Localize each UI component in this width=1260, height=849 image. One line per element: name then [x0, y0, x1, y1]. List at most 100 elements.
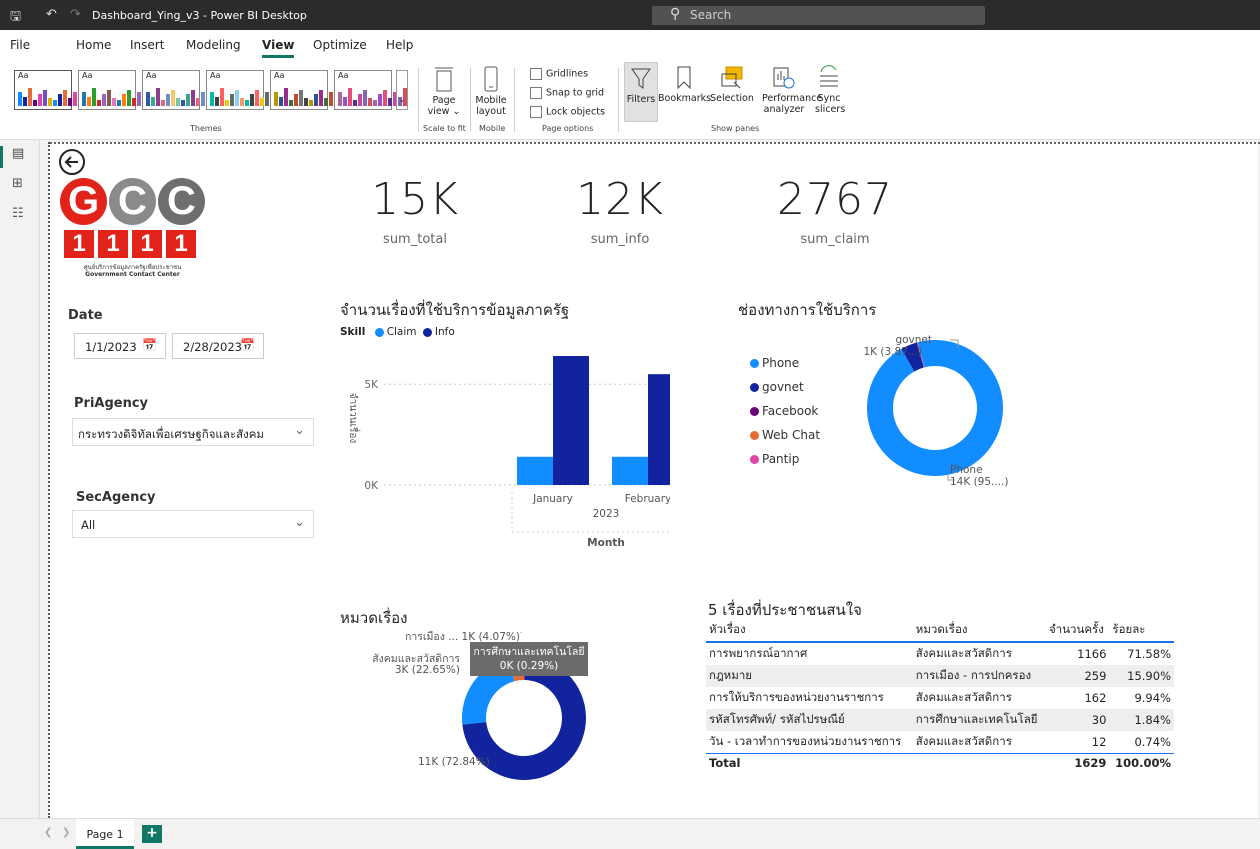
- table-row[interactable]: การให้บริการของหน่วยงานราชการ สังคมและสวั…: [706, 687, 1174, 709]
- theme-option-3[interactable]: Aa: [142, 70, 215, 110]
- channel-legend-item[interactable]: Phone: [750, 356, 799, 370]
- gridlines-checkbox[interactable]: Gridlines: [530, 68, 588, 80]
- add-page-button[interactable]: +: [142, 825, 162, 843]
- channel-legend-item[interactable]: Pantip: [750, 452, 799, 466]
- col-percent[interactable]: ร้อยละ: [1109, 619, 1174, 643]
- donut-slice-phone[interactable]: [867, 340, 1003, 476]
- calendar-icon[interactable]: 📅: [240, 338, 255, 352]
- sync-slicers-button[interactable]: Sync slicers: [814, 64, 845, 115]
- table-row[interactable]: รหัสโทรศัพท์/ รหัสไปรษณีย์ การศึกษาและเทค…: [706, 709, 1174, 731]
- legend-label: Facebook: [762, 404, 819, 418]
- lock-objects-checkbox[interactable]: Lock objects: [530, 106, 605, 118]
- theme-swatch: [48, 98, 52, 106]
- theme-option-6[interactable]: Aa: [334, 70, 407, 110]
- theme-swatch: [161, 100, 165, 106]
- date-from-value: 1/1/2023: [85, 340, 137, 354]
- theme-swatch: [378, 94, 382, 106]
- col-count[interactable]: จำนวนครั้ง: [1045, 619, 1110, 643]
- bar-claim-february[interactable]: [612, 456, 648, 485]
- bookmarks-label: Bookmarks: [658, 93, 712, 104]
- snap-to-grid-checkbox[interactable]: Snap to grid: [530, 87, 604, 99]
- legend-label: Pantip: [762, 452, 800, 466]
- scale-to-fit-label: Scale to fit: [423, 124, 466, 133]
- search-box[interactable]: ⚲ Search: [652, 6, 985, 25]
- col-category[interactable]: หมวดเรื่อง: [912, 619, 1046, 643]
- logo-number-digit: 1: [132, 230, 162, 258]
- theme-swatch: [186, 94, 190, 106]
- theme-swatch: [314, 94, 318, 106]
- redo-icon[interactable]: ↷: [70, 7, 81, 22]
- menu-file[interactable]: File: [10, 38, 30, 52]
- report-view-icon[interactable]: ▤: [12, 146, 24, 161]
- menu-view[interactable]: View: [262, 38, 295, 58]
- pri-agency-dropdown[interactable]: กระทรวงดิจิทัลเพื่อเศรษฐกิจและสังคม ⌄: [72, 418, 314, 446]
- logo-number-digit: 1: [166, 230, 196, 258]
- col-subject[interactable]: หัวเรื่อง: [706, 619, 913, 643]
- table-row[interactable]: การพยากรณ์อากาศ สังคมและสวัสดิการ 1166 71.5…: [706, 642, 1174, 665]
- logo-english-text: Government Contact Center: [85, 271, 180, 278]
- bar-claim-january[interactable]: [517, 456, 553, 485]
- menu-home[interactable]: Home: [76, 38, 111, 52]
- page-view-button[interactable]: Page view ⌄: [424, 66, 464, 117]
- menu-help[interactable]: Help: [386, 38, 413, 52]
- x-tick-label: February: [625, 493, 670, 505]
- bookmarks-button[interactable]: Bookmarks: [658, 66, 712, 104]
- theme-swatch: [156, 88, 160, 106]
- next-page-icon[interactable]: ❯: [62, 827, 70, 838]
- page-tab-1[interactable]: Page 1: [76, 819, 134, 849]
- table-row[interactable]: กฎหมาย การเมือง - การปกครอง 259 15.90%: [706, 665, 1174, 687]
- sec-agency-dropdown[interactable]: All ⌄: [72, 510, 314, 538]
- filters-button[interactable]: Filters: [624, 62, 658, 122]
- date-to-input[interactable]: 2/28/2023 📅: [172, 333, 264, 359]
- calendar-icon[interactable]: 📅: [142, 338, 157, 352]
- theme-swatch: [171, 90, 175, 106]
- selection-button[interactable]: Selection: [710, 66, 754, 104]
- theme-swatch: [210, 92, 214, 106]
- theme-swatch-bars: [210, 88, 279, 106]
- model-view-icon[interactable]: ☷: [12, 206, 24, 221]
- bar-chart-title: จำนวนเรื่องที่ใช้บริการข้อมูลภาครัฐ: [340, 301, 570, 319]
- table-view-icon[interactable]: ⊞: [12, 176, 23, 191]
- table-cell: การให้บริการของหน่วยงานราชการ: [709, 690, 884, 704]
- theme-swatch: [176, 98, 180, 106]
- theme-swatch: [353, 100, 357, 106]
- view-rail: ▤ ⊞ ☷: [0, 140, 40, 818]
- label-govnet-value: 1K (3.87...): [863, 346, 923, 358]
- date-from-input[interactable]: 1/1/2023 📅: [74, 333, 166, 359]
- gcc-logo: G C C 1111 ศูนย์บริการข้อมูลภาครัฐเพื่อป…: [60, 178, 205, 288]
- menu-insert[interactable]: Insert: [130, 38, 164, 52]
- theme-option-1[interactable]: Aa: [14, 70, 87, 110]
- menu-modeling[interactable]: Modeling: [186, 38, 241, 52]
- table-row[interactable]: วัน - เวลาทำการของหน่วยงานราชการ สังคมและ…: [706, 731, 1174, 754]
- theme-option-5[interactable]: Aa: [270, 70, 343, 110]
- label-phone-value: 14K (95....): [950, 476, 1009, 488]
- table-cell: 162: [1084, 691, 1107, 705]
- channel-legend-item[interactable]: govnet: [750, 380, 804, 394]
- bar-info-january[interactable]: [553, 356, 589, 485]
- legend-dot: [750, 407, 759, 416]
- back-arrow-icon[interactable]: [58, 148, 86, 176]
- table-cell: สังคมและสวัสดิการ: [915, 734, 1012, 748]
- theme-swatch: [324, 98, 328, 106]
- theme-swatch: [53, 100, 57, 106]
- theme-swatch: [107, 90, 111, 106]
- y-tick-label: 0K: [364, 480, 379, 492]
- prev-page-icon[interactable]: ❮: [44, 827, 52, 838]
- theme-swatch: [28, 88, 32, 106]
- sync-slicers-icon: [820, 65, 838, 87]
- theme-option-2[interactable]: Aa: [78, 70, 151, 110]
- theme-swatch: [260, 98, 264, 106]
- theme-swatch: [166, 94, 170, 106]
- menu-optimize[interactable]: Optimize: [313, 38, 367, 52]
- table-cell: รหัสโทรศัพท์/ รหัสไปรษณีย์: [706, 709, 913, 731]
- theme-option-4[interactable]: Aa: [206, 70, 279, 110]
- mobile-layout-button[interactable]: Mobile layout: [474, 66, 508, 117]
- theme-swatch: [279, 97, 283, 106]
- channel-legend-item[interactable]: Web Chat: [750, 428, 820, 442]
- save-icon[interactable]: 🖫: [10, 7, 21, 29]
- channel-legend-item[interactable]: Facebook: [750, 404, 818, 418]
- bar-info-february[interactable]: [648, 374, 670, 485]
- performance-analyzer-button[interactable]: Performance analyzer: [754, 66, 822, 115]
- theme-gallery-expand-icon[interactable]: ⌄: [396, 70, 408, 110]
- undo-icon[interactable]: ↶: [46, 7, 57, 22]
